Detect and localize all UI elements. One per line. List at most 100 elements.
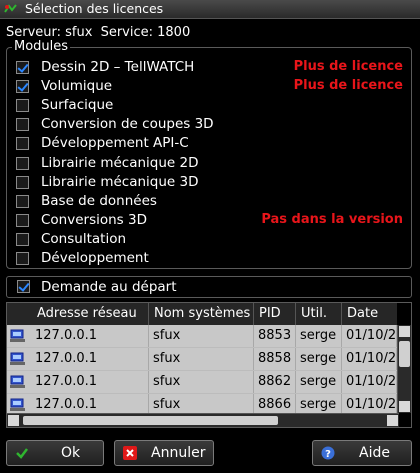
cell-system-name: sfux: [149, 371, 254, 393]
cell-network-address: 127.0.0.1: [7, 348, 149, 370]
column-header-pid[interactable]: PID: [254, 303, 296, 325]
table-row[interactable]: 127.0.0.1 sfux 8862 serge 01/10/2: [7, 371, 397, 394]
computer-icon: [10, 375, 25, 388]
horizontal-scroll-thumb[interactable]: [23, 416, 278, 425]
module-label: Surfacique: [41, 97, 114, 113]
cell-date: 01/10/2: [342, 325, 397, 347]
horizontal-scrollbar[interactable]: [7, 413, 399, 427]
module-checkbox[interactable]: [16, 233, 29, 246]
cancel-button-label: Annuler: [151, 445, 206, 461]
ok-button-label: Ok: [61, 445, 81, 461]
table-row[interactable]: 127.0.0.1 sfux 8858 serge 01/10/2: [7, 348, 397, 371]
module-label: Consultation: [41, 231, 127, 247]
demand-at-start-checkbox[interactable]: [17, 280, 30, 293]
module-checkbox[interactable]: [16, 99, 29, 112]
cell-network-address: 127.0.0.1: [7, 394, 149, 413]
column-header-network-address[interactable]: Adresse réseau: [7, 303, 149, 325]
module-checkbox[interactable]: [16, 80, 29, 93]
vertical-scroll-thumb[interactable]: [399, 341, 410, 367]
computer-icon: [10, 398, 25, 411]
module-label: Développement: [41, 250, 149, 266]
ok-button[interactable]: Ok: [6, 440, 104, 466]
scroll-left-arrow[interactable]: [8, 415, 19, 426]
cell-system-name: sfux: [149, 394, 254, 413]
module-label: Développement API-C: [41, 135, 189, 151]
module-label: Conversion de coupes 3D: [41, 116, 214, 132]
license-status-note: Plus de licence: [293, 59, 403, 74]
table-body: 127.0.0.1 sfux 8853 serge 01/10/2 127.0.0.1 sf…: [7, 325, 397, 413]
cell-user: serge: [296, 348, 342, 370]
module-option[interactable]: Conversions 3D Pas dans la version: [16, 212, 410, 230]
app-icon: [4, 4, 17, 13]
x-icon: [123, 446, 137, 460]
module-checkbox[interactable]: [16, 252, 29, 265]
cell-network-address: 127.0.0.1: [7, 325, 149, 347]
module-option[interactable]: Surfacique: [16, 97, 410, 115]
table-row[interactable]: 127.0.0.1 sfux 8866 serge 01/10/2: [7, 394, 397, 413]
cell-pid: 8853: [254, 325, 296, 347]
module-checkbox[interactable]: [16, 118, 29, 131]
module-option[interactable]: Développement: [16, 250, 410, 268]
license-status-note: Plus de licence: [293, 78, 403, 93]
module-option[interactable]: Base de données: [16, 193, 410, 211]
demand-at-start-label: Demande au départ: [41, 279, 177, 295]
modules-group-label: Modules: [12, 39, 71, 54]
cell-pid: 8858: [254, 348, 296, 370]
column-header-system-name[interactable]: Nom systèmes: [149, 303, 254, 325]
module-label: Conversions 3D: [41, 212, 147, 228]
module-label: Volumique: [41, 78, 113, 94]
scroll-up-arrow[interactable]: [399, 326, 410, 337]
license-status-note: Pas dans la version: [261, 212, 403, 227]
module-checkbox[interactable]: [16, 137, 29, 150]
module-option[interactable]: Consultation: [16, 231, 410, 249]
scroll-down-arrow[interactable]: [399, 401, 410, 412]
demand-at-start-option[interactable]: Demande au départ: [6, 276, 412, 298]
help-icon: ?: [321, 446, 335, 460]
help-button-label: Aide: [359, 445, 390, 461]
svg-text:?: ?: [325, 449, 331, 460]
module-checkbox[interactable]: [16, 157, 29, 170]
check-icon: [16, 448, 28, 459]
help-button[interactable]: ? Aide: [312, 440, 412, 466]
vertical-scrollbar[interactable]: [397, 325, 411, 413]
column-header-date[interactable]: Date: [342, 303, 397, 325]
cell-system-name: sfux: [149, 348, 254, 370]
module-option[interactable]: Volumique Plus de licence: [16, 78, 410, 96]
module-checkbox[interactable]: [16, 214, 29, 227]
module-label: Dessin 2D – TellWATCH: [41, 59, 195, 75]
module-checkbox[interactable]: [16, 176, 29, 189]
cancel-button[interactable]: Annuler: [114, 440, 214, 466]
module-option[interactable]: Développement API-C: [16, 135, 410, 153]
cell-date: 01/10/2: [342, 348, 397, 370]
module-option[interactable]: Librairie mécanique 3D: [16, 174, 410, 192]
cell-user: serge: [296, 394, 342, 413]
cell-user: serge: [296, 371, 342, 393]
table-header: Adresse réseau Nom systèmes PID Util. Da…: [7, 303, 397, 326]
computer-icon: [10, 329, 25, 342]
table-row[interactable]: 127.0.0.1 sfux 8853 serge 01/10/2: [7, 325, 397, 348]
module-label: Base de données: [41, 193, 157, 209]
computer-icon: [10, 352, 25, 365]
cell-date: 01/10/2: [342, 371, 397, 393]
cell-date: 01/10/2: [342, 394, 397, 413]
module-label: Librairie mécanique 3D: [41, 174, 199, 190]
license-users-table: Adresse réseau Nom systèmes PID Util. Da…: [6, 302, 412, 428]
module-checkbox[interactable]: [16, 195, 29, 208]
server-name: Serveur: sfux: [6, 25, 93, 40]
module-option[interactable]: Conversion de coupes 3D: [16, 116, 410, 134]
window-title: Sélection des licences: [25, 1, 164, 16]
module-option[interactable]: Dessin 2D – TellWATCH Plus de licence: [16, 59, 410, 77]
title-bar[interactable]: Sélection des licences: [0, 0, 420, 19]
service-number: Service: 1800: [100, 25, 191, 40]
cell-pid: 8866: [254, 394, 296, 413]
module-option[interactable]: Librairie mécanique 2D: [16, 155, 410, 173]
scroll-right-arrow[interactable]: [387, 415, 398, 426]
module-checkbox[interactable]: [16, 61, 29, 74]
cell-user: serge: [296, 325, 342, 347]
cell-pid: 8862: [254, 371, 296, 393]
cell-system-name: sfux: [149, 325, 254, 347]
server-info: Serveur: sfux Service: 1800: [6, 25, 194, 40]
module-label: Librairie mécanique 2D: [41, 155, 199, 171]
cell-network-address: 127.0.0.1: [7, 371, 149, 393]
column-header-user[interactable]: Util.: [296, 303, 342, 325]
